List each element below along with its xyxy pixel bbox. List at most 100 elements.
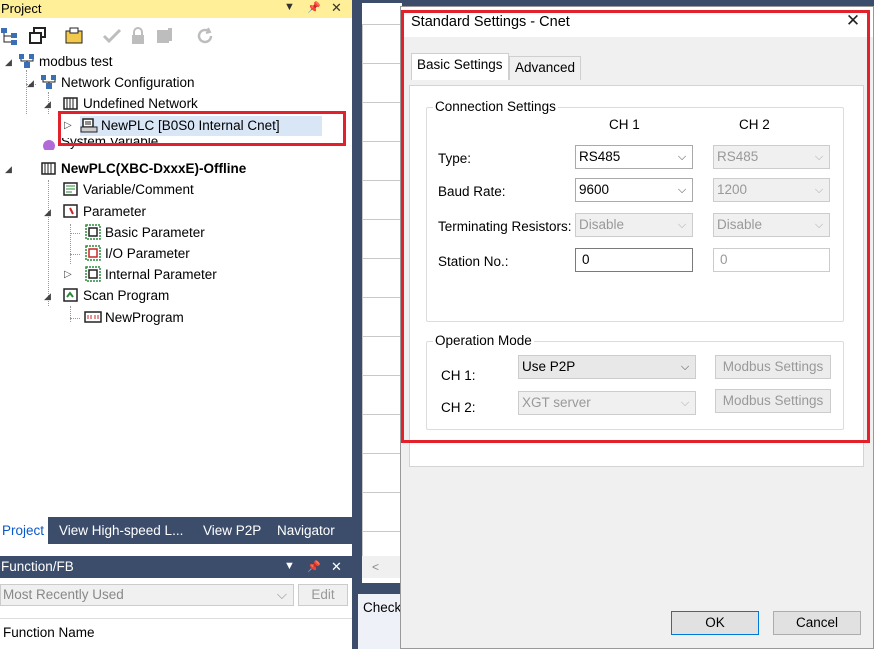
tree-node-basic-parameter[interactable]: Basic Parameter: [84, 223, 205, 243]
dialog-body: Basic Settings Advanced Connection Setti…: [401, 37, 873, 648]
function-filter-value: Most Recently Used: [3, 587, 124, 602]
tree-node-label: NewPLC(XBC-DxxxE)-Offline: [61, 161, 247, 176]
ch1-operation-mode-select[interactable]: Use P2P ⌵: [518, 355, 696, 379]
tree-node-variable-comment[interactable]: Variable/Comment: [62, 180, 194, 200]
expand-arrow-icon[interactable]: ◢: [44, 202, 51, 222]
tree-node-label: Parameter: [83, 204, 147, 219]
io-parameter-icon: [85, 245, 101, 261]
tree-node-scan-program[interactable]: Scan Program: [62, 286, 169, 306]
function-panel-titlebar: Function/FB ▼ 📌 ✕: [0, 556, 352, 578]
function-name-column[interactable]: Function Name: [3, 625, 95, 640]
tab-view-p2p[interactable]: View P2P: [201, 517, 263, 544]
collapse-arrow-icon[interactable]: ▷: [64, 265, 72, 285]
operation-mode-label: Operation Mode: [433, 333, 534, 348]
parameter-icon: [63, 204, 78, 218]
ch2-terminating-resistors-select: Disable ⌵: [713, 213, 830, 237]
expand-arrow-icon[interactable]: ◢: [5, 52, 12, 72]
expand-arrow-icon[interactable]: ◢: [44, 94, 51, 114]
project-panel-tabs: Project View High-speed L... View P2P Na…: [0, 517, 352, 544]
tree-node-plc[interactable]: NewPLC(XBC-DxxxE)-Offline: [40, 159, 246, 179]
ch2-station-no-input: 0: [713, 248, 830, 272]
panel-menu-icon[interactable]: ▼: [284, 560, 295, 572]
ch1-operation-mode-value: Use P2P: [522, 359, 576, 374]
ch2-baud-rate-value: 1200: [717, 182, 748, 197]
cancel-button[interactable]: Cancel: [773, 611, 861, 635]
op-ch1-label: CH 1:: [441, 368, 476, 383]
folder-icon[interactable]: [64, 26, 84, 46]
tree-node-label: System Variable: [61, 138, 159, 149]
tab-navigator[interactable]: Navigator: [275, 517, 337, 544]
project-toolbar: [0, 22, 352, 52]
expand-arrow-icon[interactable]: ◢: [44, 286, 51, 306]
expand-arrow-icon[interactable]: ◢: [27, 73, 34, 93]
tab-project[interactable]: Project: [0, 517, 48, 544]
pin-icon[interactable]: 📌: [307, 560, 321, 573]
plc-icon: [41, 162, 56, 175]
tree-node-io-parameter[interactable]: I/O Parameter: [84, 244, 190, 264]
project-tree: ◢ modbus test ◢ Network Configuration ◢ …: [0, 52, 352, 512]
ch1-type-value: RS485: [579, 149, 621, 164]
op-ch2-label: CH 2:: [441, 400, 476, 415]
network-tree-icon[interactable]: [0, 26, 20, 46]
tree-node-label: Network Configuration: [61, 75, 195, 90]
chevron-down-icon: ⌵: [814, 219, 824, 231]
scroll-left-icon[interactable]: <: [372, 560, 379, 574]
function-filter-select[interactable]: Most Recently Used ⌵: [0, 584, 294, 606]
ch1-type-select[interactable]: RS485 ⌵: [575, 145, 693, 169]
connection-settings-label: Connection Settings: [433, 99, 558, 114]
tree-node-network-configuration[interactable]: Network Configuration: [40, 73, 195, 93]
project-panel-titlebar: Project ▼ 📌 ✕: [0, 0, 352, 18]
chevron-down-icon: ⌵: [276, 587, 287, 602]
tree-node-undefined-network[interactable]: Undefined Network: [62, 94, 198, 114]
tab-advanced[interactable]: Advanced: [509, 56, 582, 80]
close-icon[interactable]: ✕: [843, 11, 863, 31]
ok-button[interactable]: OK: [671, 611, 759, 635]
chevron-down-icon: ⌵: [677, 151, 687, 163]
tree-node-label: Internal Parameter: [105, 267, 217, 282]
chevron-down-icon: ⌵: [814, 184, 824, 196]
tab-basic-settings[interactable]: Basic Settings: [411, 53, 509, 80]
ch1-station-no-input[interactable]: 0: [575, 248, 693, 272]
ch2-header: CH 2: [739, 117, 770, 132]
terminating-resistors-label: Terminating Resistors:: [438, 219, 572, 234]
ladder-grid: [362, 24, 402, 564]
tab-view-high-speed-link[interactable]: View High-speed L...: [57, 517, 185, 544]
baud-rate-label: Baud Rate:: [438, 184, 506, 199]
tree-node-system-variable[interactable]: System Variable: [40, 138, 158, 150]
tree-node-newplc-cnet[interactable]: NewPLC [B0S0 Internal Cnet]: [80, 116, 322, 136]
ch1-baud-rate-select[interactable]: 9600 ⌵: [575, 178, 693, 202]
variable-comment-icon: [63, 182, 78, 196]
horizontal-scrollbar[interactable]: <: [362, 556, 402, 578]
ch1-baud-rate-value: 9600: [579, 182, 610, 197]
collapse-arrow-icon[interactable]: ▷: [64, 116, 72, 136]
chevron-down-icon: ⌵: [814, 151, 824, 163]
tree-node-label: NewPLC [B0S0 Internal Cnet]: [101, 118, 280, 133]
panel-menu-icon[interactable]: ▼: [284, 1, 295, 13]
check-panel-title: Check: [363, 600, 402, 615]
scan-program-icon: [63, 288, 78, 302]
ch2-modbus-settings-button: Modbus Settings: [715, 389, 831, 413]
tree-node-internal-parameter[interactable]: Internal Parameter: [84, 265, 217, 285]
chevron-down-icon: ⌵: [677, 219, 687, 231]
network-icon: [41, 75, 56, 89]
tree-node-project[interactable]: modbus test: [18, 52, 113, 72]
station-no-label: Station No.:: [438, 254, 509, 269]
function-panel-title: Function/FB: [1, 559, 74, 574]
close-icon[interactable]: ✕: [331, 0, 342, 16]
chevron-down-icon: ⌵: [680, 397, 690, 409]
edit-button[interactable]: Edit: [298, 584, 348, 606]
function-list-header: Function Name: [0, 618, 352, 649]
windows-icon[interactable]: [28, 26, 48, 46]
ch1-terminating-resistors-select: Disable ⌵: [575, 213, 693, 237]
pin-icon[interactable]: 📌: [307, 1, 321, 14]
plc-icon: [63, 97, 78, 110]
dialog-title: Standard Settings - Cnet: [411, 14, 570, 30]
expand-arrow-icon[interactable]: ◢: [5, 159, 12, 179]
tree-node-label: I/O Parameter: [105, 246, 190, 261]
type-label: Type:: [438, 151, 472, 166]
tree-node-parameter[interactable]: Parameter: [62, 202, 146, 222]
tree-node-label: NewProgram: [105, 310, 184, 325]
close-icon[interactable]: ✕: [331, 559, 342, 575]
chevron-down-icon: ⌵: [680, 361, 690, 373]
tree-node-new-program[interactable]: NewProgram: [84, 308, 184, 328]
